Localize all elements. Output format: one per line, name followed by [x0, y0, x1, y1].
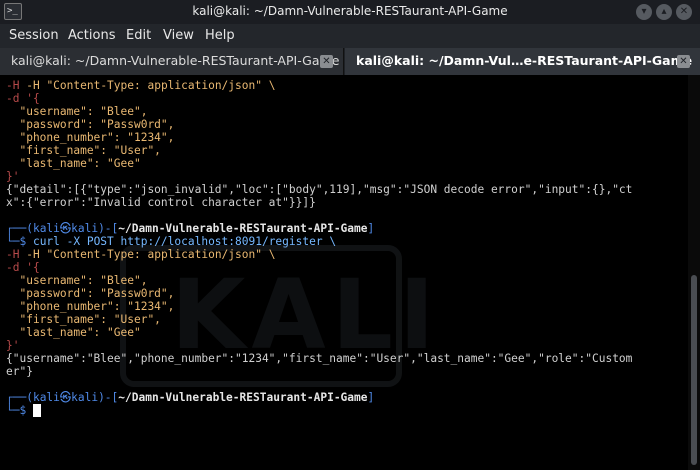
menu-bar: Session Actions Edit View Help — [0, 24, 700, 48]
prompt-frame: ] — [367, 222, 375, 235]
tab-close-icon[interactable]: ✕ — [320, 55, 333, 68]
menu-session[interactable]: Session — [9, 28, 59, 43]
scrollbar-thumb[interactable] — [691, 275, 697, 465]
terminal-output[interactable]: KALI -H -H "Content-Type: application/js… — [0, 75, 688, 470]
prompt-path: ~/Damn-Vulnerable-RESTaurant-API-Game — [118, 222, 368, 235]
tab-label: kali@kali: ~/Damn-Vulnerable-RESTaurant-… — [11, 53, 340, 68]
data-arg: -d '{ — [6, 261, 40, 274]
data-arg: -d '{ — [6, 92, 40, 105]
window-title: kali@kali: ~/Damn-Vulnerable-RESTaurant-… — [192, 4, 508, 18]
text-cursor — [32, 404, 41, 417]
menu-edit[interactable]: Edit — [126, 28, 151, 43]
response-output: er"} — [6, 365, 33, 378]
json-field: "first_name": "User", — [6, 313, 161, 326]
prompt-host: kali — [71, 222, 99, 235]
json-field: "username": "Blee", — [6, 274, 148, 287]
prompt-line: ┌──(kali㉿kali)-[~/Damn-Vulnerable-RESTau… — [6, 391, 632, 404]
prompt-line: ┌──(kali㉿kali)-[~/Damn-Vulnerable-RESTau… — [6, 222, 632, 235]
header-arg: -H "Content-Type: application/json" \ — [26, 248, 276, 261]
curl-command: curl -X POST http://localhost:8091/regis… — [26, 235, 337, 248]
tab-label: kali@kali: ~/Damn-Vul…e-RESTaurant-API-G… — [356, 53, 693, 68]
kali-symbol-icon: ㉿ — [59, 391, 72, 404]
menu-actions[interactable]: Actions — [68, 28, 116, 43]
json-field: "last_name": "Gee" — [6, 326, 141, 339]
terminal-scrollbar[interactable] — [688, 75, 700, 470]
response-output: {"username":"Blee","phone_number":"1234"… — [6, 352, 633, 365]
tab-close-icon[interactable]: ✕ — [677, 55, 690, 68]
prompt-arrow: └─$ — [6, 235, 27, 248]
command-line: └─$ curl -X POST http://localhost:8091/r… — [6, 235, 632, 248]
prompt-user: kali — [32, 222, 60, 235]
prompt-arrow: └─$ — [6, 404, 27, 417]
terminal-line: -d '{ — [6, 261, 632, 274]
close-window-button[interactable]: ✕ — [676, 4, 692, 20]
terminal-line: -d '{ — [6, 92, 632, 105]
kali-symbol-icon: ㉿ — [59, 222, 72, 235]
maximize-button[interactable]: ▴ — [656, 4, 672, 20]
json-field: "password": "Passw0rd", — [6, 118, 175, 131]
json-close: }' — [6, 170, 20, 183]
json-field: "last_name": "Gee" — [6, 157, 141, 170]
json-field: "phone_number": "1234", — [6, 300, 175, 313]
json-field: "phone_number": "1234", — [6, 131, 175, 144]
menu-help[interactable]: Help — [205, 28, 235, 43]
tab-bar: kali@kali: ~/Damn-Vulnerable-RESTaurant-… — [0, 48, 700, 75]
window-titlebar: >_ kali@kali: ~/Damn-Vulnerable-RESTaura… — [0, 0, 700, 24]
terminal-line: -H -H "Content-Type: application/json" \ — [6, 248, 276, 261]
response-output: x":{"error":"Invalid control character a… — [6, 196, 316, 209]
terminal-line: -H -H "Content-Type: application/json" \ — [6, 79, 276, 92]
command-line[interactable]: └─$ — [6, 404, 632, 417]
prompt-frame: ] — [367, 391, 375, 404]
prompt-host: kali — [71, 391, 99, 404]
prompt-frame: ┌──( — [6, 222, 33, 235]
response-output: {"detail":[{"type":"json_invalid","loc":… — [6, 183, 633, 196]
prompt-frame: )-[ — [98, 391, 119, 404]
json-field: "first_name": "User", — [6, 144, 161, 157]
prompt-frame: )-[ — [98, 222, 119, 235]
prompt-frame: ┌──( — [6, 391, 33, 404]
json-field: "password": "Passw0rd", — [6, 287, 175, 300]
prompt-user: kali — [32, 391, 60, 404]
json-field: "username": "Blee", — [6, 105, 148, 118]
minimize-button[interactable]: ▾ — [636, 4, 652, 20]
json-close: }' — [6, 339, 20, 352]
tab-terminal-1[interactable]: kali@kali: ~/Damn-Vulnerable-RESTaurant-… — [0, 48, 344, 75]
header-arg: -H "Content-Type: application/json" \ — [26, 79, 276, 92]
prompt-path: ~/Damn-Vulnerable-RESTaurant-API-Game — [118, 391, 368, 404]
menu-view[interactable]: View — [163, 28, 194, 43]
tab-terminal-2[interactable]: kali@kali: ~/Damn-Vul…e-RESTaurant-API-G… — [345, 48, 700, 75]
